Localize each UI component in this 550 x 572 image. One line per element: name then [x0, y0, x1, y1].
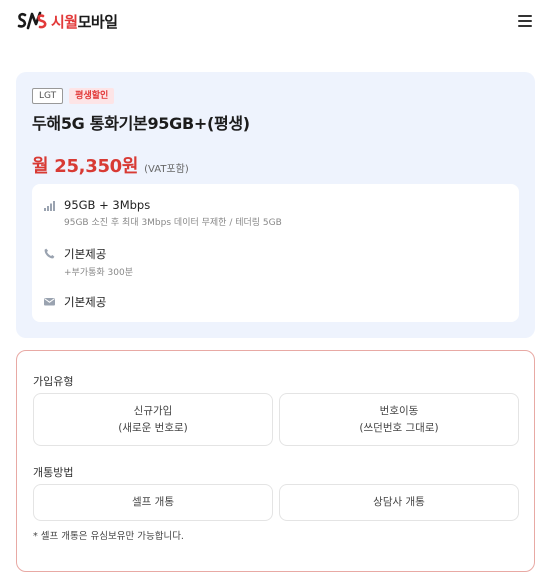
mail-icon: [44, 298, 55, 306]
activation-self-button[interactable]: 셀프 개통: [33, 484, 273, 521]
feature-subtitle: +부가통화 300분: [64, 268, 133, 278]
feature-sms: 기본제공: [44, 294, 106, 310]
option-line: (쓰던번호 그대로): [359, 421, 439, 434]
feature-title: 기본제공: [64, 247, 107, 261]
feature-title: 기본제공: [64, 295, 107, 309]
plan-title: 두해5G 통화기본95GB+(평생): [32, 114, 250, 133]
join-type-new-button[interactable]: 신규가입 (새로운 번호로): [33, 393, 273, 446]
logo-text: 시월모바일: [51, 12, 118, 31]
activation-agent-button[interactable]: 상담사 개통: [279, 484, 519, 521]
price-row: 월 25,350원 (VAT포함): [32, 152, 189, 178]
feature-subtitle: 95GB 소진 후 최대 3Mbps 데이터 무제한 / 테더링 5GB: [64, 218, 282, 228]
plan-card: LGT 평생할인 두해5G 통화기본95GB+(평생) 월 25,350원 (V…: [16, 72, 535, 338]
feature-title: 95GB + 3Mbps: [64, 198, 151, 212]
join-type-label: 가입유형: [33, 375, 74, 388]
signup-options-card: 가입유형 신규가입 (새로운 번호로) 번호이동 (쓰던번호 그대로) 개통방법…: [16, 350, 535, 572]
option-line: (새로운 번호로): [118, 421, 188, 434]
activation-method-label: 개통방법: [33, 466, 74, 479]
self-activation-note: * 셀프 개통은 유심보유만 가능합니다.: [33, 531, 184, 542]
promo-badge: 평생할인: [69, 88, 115, 104]
option-line: 상담사 개통: [373, 496, 425, 508]
signal-bars-icon: [44, 201, 55, 211]
header: 시월모바일: [0, 0, 550, 42]
logo[interactable]: 시월모바일: [16, 9, 118, 33]
phone-icon: [44, 248, 55, 259]
feature-voice: 기본제공 +부가통화 300분: [44, 246, 133, 278]
feature-data: 95GB + 3Mbps 95GB 소진 후 최대 3Mbps 데이터 무제한 …: [44, 198, 282, 228]
monthly-price: 월 25,350원: [32, 156, 139, 177]
carrier-badge: LGT: [32, 88, 64, 104]
plan-badges: LGT 평생할인: [32, 88, 115, 104]
plan-features: 95GB + 3Mbps 95GB 소진 후 최대 3Mbps 데이터 무제한 …: [32, 184, 519, 322]
join-type-port-button[interactable]: 번호이동 (쓰던번호 그대로): [279, 393, 519, 446]
option-line: 신규가입: [133, 404, 173, 417]
option-line: 셀프 개통: [132, 496, 174, 508]
sw-logo-mark-icon: [17, 11, 47, 30]
vat-note: (VAT포함): [144, 164, 189, 175]
hamburger-menu-icon[interactable]: [518, 15, 532, 27]
option-line: 번호이동: [379, 404, 419, 417]
